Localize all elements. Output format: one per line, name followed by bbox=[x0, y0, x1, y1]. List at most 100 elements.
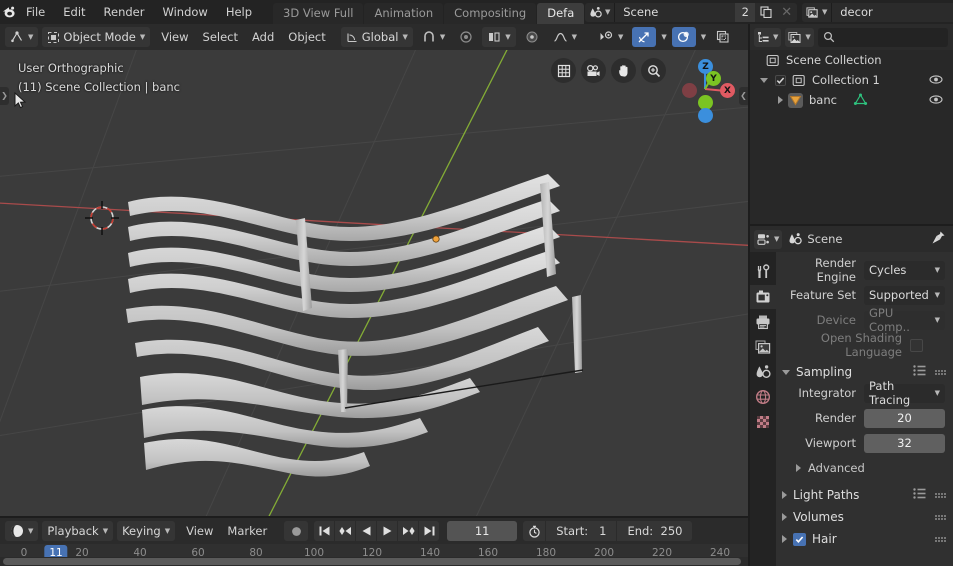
proportional-falloff-selector[interactable]: ▼ bbox=[548, 27, 582, 47]
pivot-point-selector[interactable] bbox=[520, 27, 544, 47]
workspace-tab-animation[interactable]: Animation bbox=[364, 3, 444, 24]
jump-to-end-icon[interactable] bbox=[419, 521, 440, 541]
device-dropdown[interactable]: GPU Comp.. ▼ bbox=[864, 306, 945, 334]
play-reverse-icon[interactable] bbox=[356, 521, 377, 541]
properties-tab-scene[interactable] bbox=[750, 360, 776, 384]
frame-start-field[interactable]: Start: 1 bbox=[545, 521, 617, 541]
timeline-menu-keying[interactable]: Keying ▼ bbox=[117, 521, 176, 541]
frame-end-field[interactable]: End: 250 bbox=[616, 521, 693, 541]
preset-list-icon[interactable] bbox=[913, 365, 926, 379]
panel-drag-handle[interactable] bbox=[935, 492, 946, 498]
object-mode-selector[interactable]: Object Mode ▼ bbox=[42, 27, 151, 47]
editor-type-outliner-icon[interactable]: ▼ bbox=[754, 27, 782, 47]
viewport-menu-view[interactable]: View bbox=[154, 24, 195, 50]
outliner-row-banc[interactable]: banc bbox=[750, 90, 953, 110]
gizmo-axis-y[interactable]: Y bbox=[706, 71, 721, 86]
viewport-samples-field[interactable]: 32 bbox=[864, 433, 945, 453]
viewport-canvas[interactable]: User Orthographic (11) Scene Collection … bbox=[0, 50, 748, 518]
transform-orientation-selector[interactable]: Global ▼ bbox=[340, 27, 413, 47]
record-icon[interactable] bbox=[284, 521, 309, 541]
visibility-selector[interactable]: ▼ bbox=[594, 27, 628, 47]
grid-icon[interactable] bbox=[551, 58, 576, 83]
properties-tab-output[interactable] bbox=[750, 310, 776, 334]
panel-drag-handle[interactable] bbox=[935, 369, 946, 375]
osl-checkbox[interactable] bbox=[910, 338, 923, 352]
proportional-edit-toggle[interactable] bbox=[454, 27, 478, 47]
viewport-menu-select[interactable]: Select bbox=[196, 24, 245, 50]
visibility-eye-icon[interactable] bbox=[929, 93, 943, 109]
subpanel-advanced[interactable]: Advanced bbox=[776, 458, 953, 478]
jump-to-start-icon[interactable] bbox=[314, 521, 335, 541]
snap-toggle[interactable]: ▼ bbox=[417, 27, 450, 47]
viewport-menu-add[interactable]: Add bbox=[245, 24, 281, 50]
outliner-display-mode[interactable]: ▼ bbox=[785, 27, 814, 47]
panel-drag-handle[interactable] bbox=[935, 514, 946, 520]
current-frame-field[interactable]: 11 bbox=[447, 521, 518, 541]
scene-users-count[interactable]: 2 bbox=[735, 2, 756, 22]
timeline-menu-playback[interactable]: Playback ▼ bbox=[42, 521, 114, 541]
editor-type-properties-icon[interactable]: ▼ bbox=[754, 229, 783, 249]
integrator-dropdown[interactable]: Path Tracing ▼ bbox=[864, 379, 945, 407]
menu-edit[interactable]: Edit bbox=[54, 0, 94, 24]
panel-drag-handle[interactable] bbox=[935, 536, 946, 542]
workspace-tab-3d-view-full[interactable]: 3D View Full bbox=[273, 3, 364, 24]
play-icon[interactable] bbox=[377, 521, 398, 541]
outliner-search-input[interactable] bbox=[817, 27, 948, 47]
panel-header-light-paths[interactable]: Light Paths bbox=[776, 484, 953, 506]
timeline-menu-view[interactable]: View bbox=[179, 518, 220, 544]
scene-name-field[interactable]: Scene bbox=[615, 2, 736, 22]
properties-tab-texture[interactable] bbox=[750, 410, 776, 434]
menu-file[interactable]: File bbox=[17, 0, 54, 24]
chevron-right-icon[interactable] bbox=[778, 96, 783, 104]
viewport-left-region-toggle[interactable]: ❯ bbox=[0, 87, 9, 105]
panel-header-volumes[interactable]: Volumes bbox=[776, 506, 953, 528]
viewport-navigation-gizmo[interactable]: Z Y X bbox=[674, 58, 736, 123]
zoom-icon[interactable] bbox=[641, 58, 666, 83]
timeline-scrollbar-handle[interactable] bbox=[3, 558, 741, 565]
workspace-tab-default[interactable]: Defa bbox=[537, 3, 585, 24]
hand-icon[interactable] bbox=[611, 58, 636, 83]
scene-icon[interactable]: ▼ bbox=[585, 2, 616, 22]
editor-type-timeline-icon[interactable]: ▼ bbox=[5, 521, 39, 541]
gizmo-axis-neg-z[interactable] bbox=[698, 108, 713, 123]
view-layer-icon[interactable]: ▼ bbox=[802, 2, 833, 22]
render-samples-field[interactable]: 20 bbox=[864, 408, 945, 428]
hair-checkbox[interactable] bbox=[793, 532, 806, 546]
gizmo-axis-x[interactable]: X bbox=[720, 83, 735, 98]
mesh-data-icon[interactable] bbox=[853, 93, 868, 107]
blender-logo-icon[interactable] bbox=[0, 0, 17, 24]
viewport-right-region-toggle[interactable]: ❮ bbox=[739, 87, 748, 105]
workspace-tab-compositing[interactable]: Compositing bbox=[444, 3, 537, 24]
pin-icon[interactable] bbox=[931, 230, 946, 248]
menu-render[interactable]: Render bbox=[95, 0, 154, 24]
collection-checkbox[interactable] bbox=[775, 74, 786, 86]
preset-list-icon[interactable] bbox=[913, 488, 926, 502]
timeline-scrollbar[interactable] bbox=[0, 557, 748, 566]
properties-tab-render[interactable] bbox=[750, 285, 776, 309]
outliner-row-collection-1[interactable]: Collection 1 bbox=[750, 70, 953, 90]
properties-tab-tool[interactable] bbox=[750, 260, 776, 284]
camera-icon[interactable] bbox=[581, 58, 606, 83]
menu-window[interactable]: Window bbox=[153, 0, 216, 24]
outliner-row-scene-collection[interactable]: Scene Collection bbox=[750, 50, 953, 70]
jump-to-prev-keyframe-icon[interactable] bbox=[335, 521, 356, 541]
menu-help[interactable]: Help bbox=[217, 0, 261, 24]
gizmo-toggle[interactable] bbox=[632, 27, 657, 47]
chevron-down-icon[interactable] bbox=[760, 77, 768, 83]
render-engine-dropdown[interactable]: Cycles ▼ bbox=[864, 260, 945, 280]
properties-tab-view-layer[interactable] bbox=[750, 335, 776, 359]
view-layer-name-field[interactable]: decor bbox=[832, 2, 953, 22]
editor-type-3dview-icon[interactable]: ▼ bbox=[5, 27, 39, 47]
viewport-menu-object[interactable]: Object bbox=[281, 24, 332, 50]
visibility-eye-icon[interactable] bbox=[929, 73, 943, 89]
gizmo-axis-neg-x[interactable] bbox=[682, 83, 697, 98]
properties-tab-world[interactable] bbox=[750, 385, 776, 409]
overlays-toggle[interactable] bbox=[671, 27, 696, 47]
xray-toggle[interactable] bbox=[711, 27, 735, 47]
jump-to-next-keyframe-icon[interactable] bbox=[398, 521, 419, 541]
scene-new-button[interactable] bbox=[755, 2, 777, 22]
timeline-menu-marker[interactable]: Marker bbox=[220, 518, 274, 544]
stopwatch-icon[interactable] bbox=[523, 521, 546, 541]
scene-unlink-button[interactable]: ✕ bbox=[776, 2, 798, 22]
feature-set-dropdown[interactable]: Supported ▼ bbox=[864, 285, 945, 305]
